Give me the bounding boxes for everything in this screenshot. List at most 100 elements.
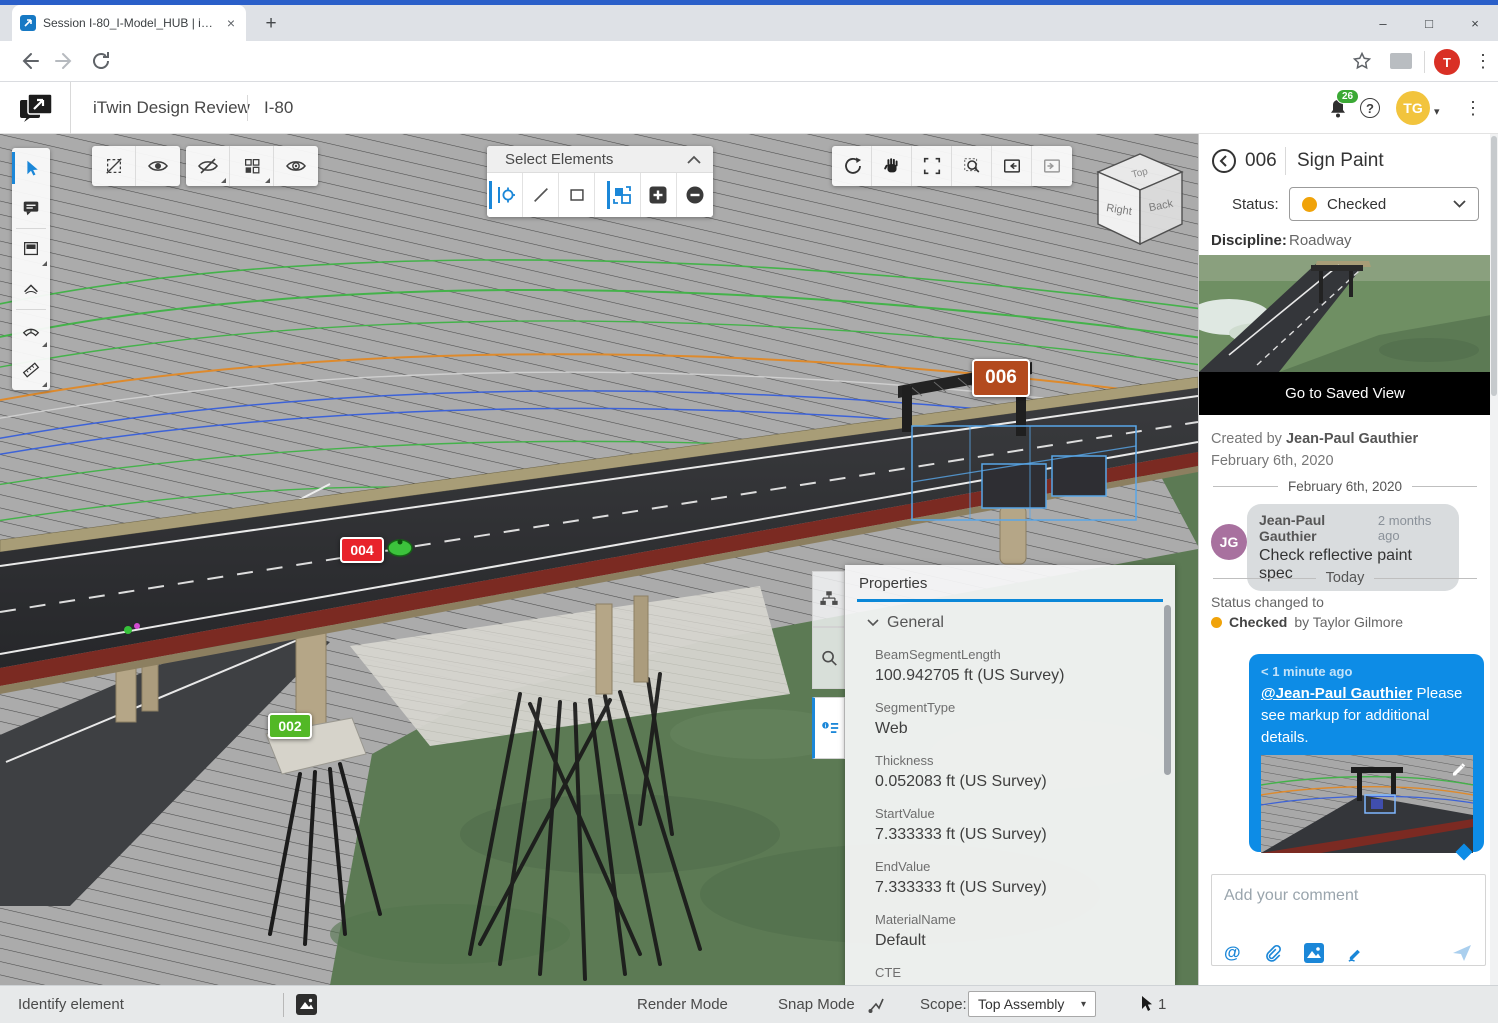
- flyout-indicator: [42, 261, 47, 266]
- show-all-eye-button[interactable]: [136, 146, 180, 186]
- zoom-window-button[interactable]: [952, 146, 992, 186]
- notifications-bell-icon[interactable]: 26: [1326, 96, 1350, 120]
- line-select-button[interactable]: [523, 173, 559, 217]
- extension-icon[interactable]: [1390, 53, 1412, 69]
- mention-icon[interactable]: @: [1224, 943, 1241, 963]
- refresh-icon[interactable]: [90, 50, 112, 72]
- issue-marker-002[interactable]: 002: [268, 713, 312, 739]
- orbit-tool-button[interactable]: [832, 146, 872, 186]
- hide-elements-button[interactable]: [186, 146, 230, 186]
- pick-element-button[interactable]: [487, 173, 523, 217]
- title-divider: [247, 95, 248, 121]
- comment-avatar: JG: [1211, 524, 1247, 560]
- browser-tab[interactable]: Session I-80_I-Model_HUB | iTwin ×: [12, 5, 246, 41]
- flyout-indicator: [42, 342, 47, 347]
- search-tab[interactable]: [812, 627, 845, 689]
- reply-mention[interactable]: @Jean-Paul Gauthier: [1261, 685, 1412, 702]
- property-row: Thickness 0.052083 ft (US Survey): [875, 753, 1175, 791]
- status-change-by: by Taylor Gilmore: [1294, 614, 1403, 630]
- fit-view-button[interactable]: [912, 146, 952, 186]
- markup-icon[interactable]: [1346, 944, 1365, 963]
- created-prefix: Created by: [1211, 431, 1282, 447]
- view-cube[interactable]: Top Right Back: [1090, 148, 1190, 250]
- tool-group-gap: [595, 173, 605, 217]
- comment-tool-button[interactable]: [12, 188, 50, 228]
- itwin-favicon-icon: [20, 15, 36, 31]
- collapse-chevron-icon[interactable]: [687, 155, 701, 164]
- select-elements-tools: [487, 173, 713, 217]
- pan-tool-button[interactable]: [872, 146, 912, 186]
- app-menu-icon[interactable]: ⋮: [1464, 98, 1482, 119]
- selection-count: 1: [1158, 996, 1166, 1013]
- maximize-button[interactable]: □: [1406, 5, 1452, 41]
- viewport[interactable]: Select Elements: [0, 134, 1198, 985]
- properties-tab[interactable]: i: [812, 697, 845, 759]
- section-chevron-icon: [867, 619, 879, 627]
- new-tab-button[interactable]: +: [258, 12, 284, 36]
- forward-icon[interactable]: [54, 50, 76, 72]
- reply-bubble: < 1 minute ago @Jean-Paul Gauthier Pleas…: [1249, 654, 1484, 852]
- comment-toolbar: @: [1212, 938, 1485, 971]
- discipline-value: Roadway: [1289, 232, 1352, 249]
- sidebar-scrollbar-thumb[interactable]: [1491, 136, 1497, 396]
- property-row: StartValue 7.333333 ft (US Survey): [875, 806, 1175, 844]
- snap-mode-control[interactable]: Snap Mode: [778, 996, 855, 1013]
- issue-marker-004[interactable]: 004: [340, 537, 384, 563]
- selection-cursor-icon: [1138, 995, 1154, 1013]
- scope-select[interactable]: Top Assembly ▾: [968, 991, 1096, 1017]
- select-tool-button[interactable]: [12, 148, 50, 188]
- section-tool-button[interactable]: [12, 229, 50, 269]
- user-avatar[interactable]: TG: [1396, 91, 1430, 125]
- properties-scrollbar[interactable]: [1164, 605, 1171, 775]
- add-to-selection-button[interactable]: [641, 173, 677, 217]
- today-divider: Today: [1199, 570, 1491, 586]
- send-icon[interactable]: [1451, 942, 1473, 964]
- minimize-button[interactable]: –: [1360, 5, 1406, 41]
- snapshot-image-icon[interactable]: [296, 994, 317, 1015]
- user-caret-down-icon[interactable]: ▾: [1434, 105, 1440, 118]
- reply-markup-thumbnail[interactable]: [1261, 755, 1472, 853]
- insert-image-icon[interactable]: [1304, 943, 1324, 963]
- box-select-button[interactable]: [559, 173, 595, 217]
- replace-selection-button[interactable]: [605, 173, 641, 217]
- screen: Session I-80_I-Model_HUB | iTwin × + – □…: [0, 0, 1498, 1023]
- divider-text: Today: [1326, 570, 1365, 586]
- bookmark-star-icon[interactable]: [1352, 51, 1372, 71]
- model-tree-tab[interactable]: [812, 571, 845, 627]
- select-elements-header[interactable]: Select Elements: [487, 146, 713, 173]
- divider-line: [1412, 486, 1477, 487]
- browser-profile-avatar[interactable]: T: [1434, 49, 1460, 75]
- comment-input[interactable]: [1212, 875, 1485, 933]
- road-view-tool-button[interactable]: [12, 310, 50, 350]
- help-icon[interactable]: ?: [1360, 98, 1380, 118]
- browser-menu-icon[interactable]: ⋮: [1474, 51, 1492, 72]
- render-mode-control[interactable]: Render Mode: [637, 996, 728, 1013]
- next-view-button[interactable]: [1032, 146, 1072, 186]
- markup-pencil-icon[interactable]: [1449, 759, 1467, 777]
- snap-mode-icon[interactable]: [866, 995, 886, 1015]
- status-dropdown[interactable]: Checked: [1289, 187, 1479, 221]
- issue-marker-006[interactable]: 006: [972, 359, 1030, 397]
- left-toolbar: [12, 148, 50, 390]
- isolate-elements-button[interactable]: [230, 146, 274, 186]
- notification-count-badge: 26: [1336, 89, 1359, 104]
- dropdown-chevron-icon: [1453, 200, 1466, 208]
- measure-tool-button[interactable]: [12, 350, 50, 390]
- emphasize-eye-button[interactable]: [274, 146, 318, 186]
- scope-caret-icon: ▾: [1081, 999, 1086, 1010]
- attach-icon[interactable]: [1263, 944, 1282, 963]
- saved-view-card[interactable]: Go to Saved View: [1199, 255, 1491, 415]
- tool-prompt: Identify element: [18, 996, 124, 1013]
- clear-isolate-button[interactable]: [92, 146, 136, 186]
- back-icon[interactable]: [18, 50, 40, 72]
- itwin-logo-icon[interactable]: [18, 92, 54, 124]
- close-button[interactable]: ×: [1452, 5, 1498, 41]
- remove-from-selection-button[interactable]: [677, 173, 713, 217]
- previous-view-button[interactable]: [992, 146, 1032, 186]
- clip-plane-tool-button[interactable]: [12, 269, 50, 309]
- properties-section-general[interactable]: General: [867, 614, 1175, 632]
- sidebar-scrollbar[interactable]: [1490, 134, 1498, 985]
- back-icon[interactable]: [1211, 148, 1237, 174]
- go-to-saved-view-button[interactable]: Go to Saved View: [1285, 385, 1405, 402]
- tab-close-icon[interactable]: ×: [224, 15, 238, 31]
